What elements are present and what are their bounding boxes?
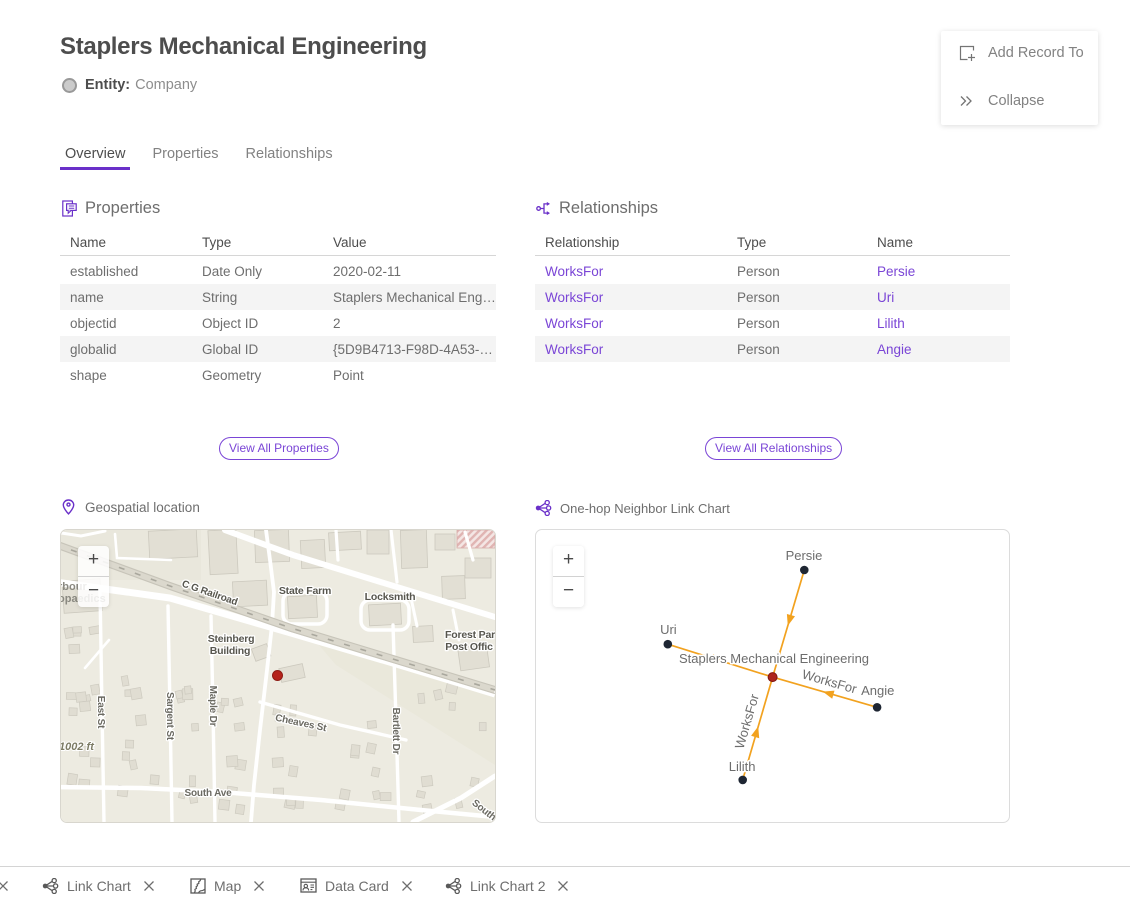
svg-text:WorksFor: WorksFor (732, 692, 762, 751)
svg-text:1002 ft: 1002 ft (61, 741, 95, 753)
svg-text:Sargent St: Sargent St (164, 692, 175, 741)
svg-text:Staplers Mechanical Engineerin: Staplers Mechanical Engineering (679, 651, 869, 666)
svg-text:East St: East St (95, 696, 106, 729)
svg-text:Persie: Persie (786, 548, 823, 563)
svg-text:Locksmith: Locksmith (365, 591, 416, 603)
svg-text:Building: Building (210, 645, 250, 657)
svg-text:Post Offic: Post Offic (445, 641, 493, 653)
svg-text:Lilith: Lilith (729, 759, 756, 774)
svg-text:Maple Dr: Maple Dr (207, 686, 218, 727)
svg-text:South Ave: South Ave (185, 788, 233, 799)
svg-text:Forest Par: Forest Par (445, 629, 495, 641)
svg-text:Uri: Uri (660, 622, 677, 637)
svg-text:State Farm: State Farm (279, 585, 331, 597)
svg-text:Bartlett Dr: Bartlett Dr (390, 708, 401, 755)
svg-text:Angie: Angie (861, 683, 894, 698)
svg-text:Steinberg: Steinberg (208, 633, 255, 645)
